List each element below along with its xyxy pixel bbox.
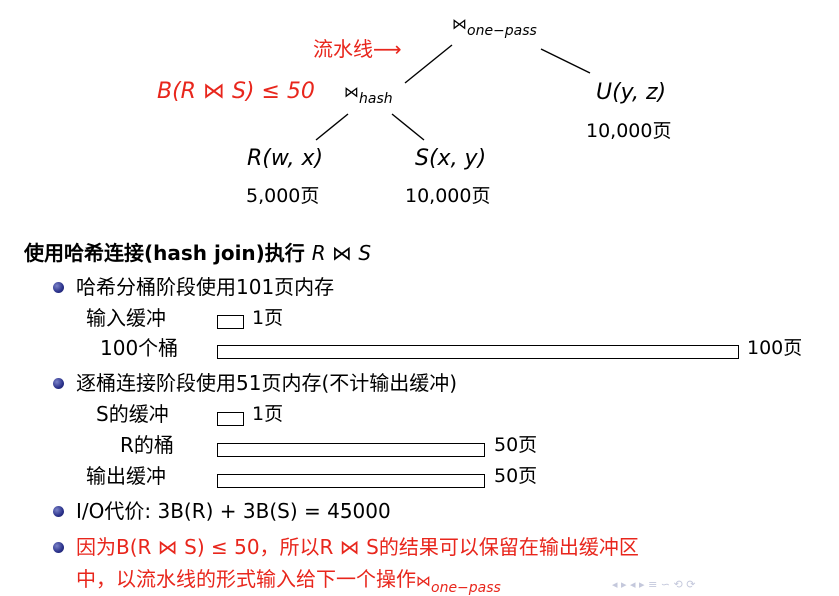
hash-join-symbol: ⋈ [344, 83, 359, 101]
note-line1: 因为B(R ⋈ S) ≤ 50，所以R ⋈ S的结果可以保留在输出缓冲区 [76, 535, 639, 559]
bullet-marker [53, 542, 64, 553]
relation-s-label: S(x, y) [415, 146, 487, 171]
pipeline-arrow: ⟶ [373, 37, 402, 61]
condition-annotation: B(R ⋈ S) ≤ 50 [157, 79, 315, 104]
relation-r-label: R(w, x) [247, 146, 324, 171]
phase2-s-label: S的缓冲 [96, 402, 169, 426]
output-buffer-box [217, 474, 485, 488]
phase1-input-size: 1页 [252, 307, 284, 329]
phase2-s-size: 1页 [252, 403, 284, 425]
pipeline-label: 流水线 [313, 37, 373, 61]
bullet-marker [53, 282, 64, 293]
phase2-r-size: 50页 [494, 434, 538, 456]
root-join-node: ⋈one−pass [452, 14, 537, 39]
bullet-marker [53, 506, 64, 517]
beamer-nav-bar[interactable]: ◂ ▸ ◂ ▸ ≡ ∽ ⟲ ⟳ [612, 578, 695, 591]
bullet-marker [53, 378, 64, 389]
relation-r-pages: 5,000页 [246, 185, 320, 207]
section-heading-formula: R ⋈ S [311, 241, 372, 265]
section-heading-text: 使用哈希连接(hash join)执行 [24, 241, 305, 265]
input-buffer-box [217, 315, 244, 329]
pipeline-annotation: 流水线⟶ [313, 33, 402, 62]
phase2-r-label: R的桶 [120, 433, 174, 457]
hash-join-node: ⋈hash [344, 82, 393, 107]
root-join-subscript: one−pass [467, 23, 537, 39]
phase1-buckets-label: 100个桶 [100, 336, 179, 360]
hash-join-subscript: hash [359, 91, 393, 107]
edge-hash-s [391, 113, 425, 141]
s-buffer-box [217, 412, 244, 426]
phase2-out-label: 输出缓冲 [86, 464, 166, 488]
phase1-input-label: 输入缓冲 [86, 306, 166, 330]
edge-hash-r [315, 113, 349, 141]
edge-root-hash [404, 44, 453, 84]
note-join-subscript: one−pass [431, 580, 501, 596]
root-join-symbol: ⋈ [452, 15, 467, 33]
note-join-symbol: ⋈ [416, 572, 431, 590]
relation-u-label: U(y, z) [596, 80, 667, 105]
relation-u-pages: 10,000页 [586, 120, 672, 142]
relation-s-pages: 10,000页 [405, 185, 491, 207]
phase1-buckets-size: 100页 [747, 337, 803, 359]
io-cost: I/O代价: 3B(R) + 3B(S) = 45000 [76, 499, 391, 523]
phase2-out-size: 50页 [494, 465, 538, 487]
note-line2-text: 中，以流水线的形式输入给下一个操作 [76, 567, 416, 591]
edge-root-u [540, 48, 591, 74]
note-line2: 中，以流水线的形式输入给下一个操作⋈one−pass [76, 563, 501, 596]
r-bucket-box [217, 443, 485, 457]
phase2-bullet: 逐桶连接阶段使用51页内存(不计输出缓冲) [76, 371, 458, 395]
phase1-bullet: 哈希分桶阶段使用101页内存 [76, 275, 335, 299]
section-heading: 使用哈希连接(hash join)执行 R ⋈ S [24, 237, 371, 266]
buckets-buffer-box [217, 345, 739, 359]
